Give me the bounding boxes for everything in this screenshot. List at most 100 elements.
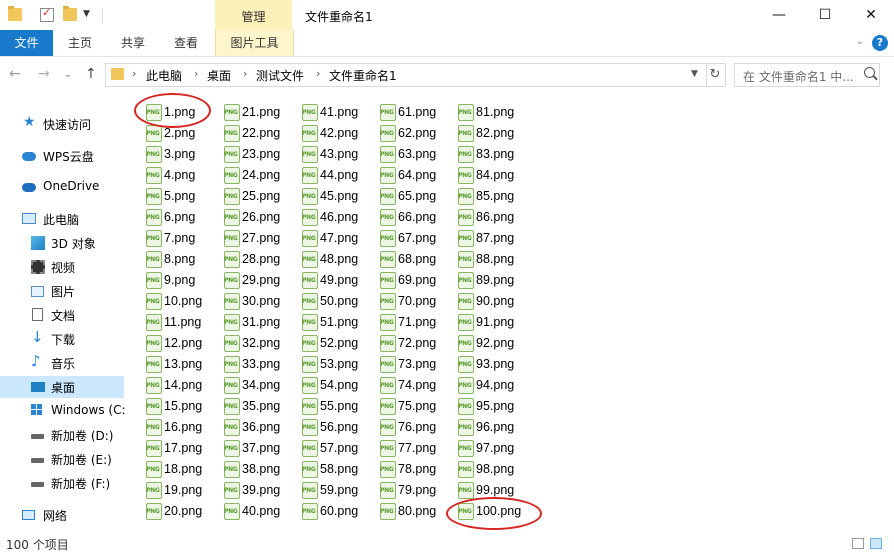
file-item[interactable]: 52.png: [302, 334, 376, 354]
file-item[interactable]: 23.png: [224, 145, 298, 165]
file-item[interactable]: 16.png: [146, 418, 220, 438]
file-item[interactable]: 20.png: [146, 502, 220, 522]
file-item[interactable]: 90.png: [458, 292, 532, 312]
sidebar-item-3d-objects[interactable]: 3D 对象: [0, 232, 124, 254]
tab-picture-tools[interactable]: 图片工具: [215, 30, 294, 56]
file-item[interactable]: 47.png: [302, 229, 376, 249]
file-item[interactable]: 69.png: [380, 271, 454, 291]
refresh-icon[interactable]: ↻: [705, 63, 726, 87]
sidebar-item-pictures[interactable]: 图片: [0, 280, 124, 302]
file-item[interactable]: 36.png: [224, 418, 298, 438]
recent-locations-chevron-icon[interactable]: ⌄: [64, 70, 72, 80]
file-item[interactable]: 85.png: [458, 187, 532, 207]
file-item[interactable]: 17.png: [146, 439, 220, 459]
search-input[interactable]: 在 文件重命名1 中...: [743, 68, 854, 85]
file-item[interactable]: 71.png: [380, 313, 454, 333]
breadcrumb-separator-icon[interactable]: ›: [194, 67, 198, 80]
file-item[interactable]: 49.png: [302, 271, 376, 291]
collapse-ribbon-icon[interactable]: ⌄: [856, 36, 864, 47]
large-icons-view-icon[interactable]: [870, 538, 882, 549]
breadcrumb-separator-icon[interactable]: ›: [316, 67, 320, 80]
address-history-chevron-icon[interactable]: ▼: [691, 69, 698, 79]
search-icon[interactable]: [864, 67, 875, 78]
file-item[interactable]: 26.png: [224, 208, 298, 228]
sidebar-item-drive-d[interactable]: 新加卷 (D:): [0, 424, 124, 446]
sidebar-item-wps-cloud[interactable]: WPS云盘: [0, 145, 124, 167]
file-item[interactable]: 19.png: [146, 481, 220, 501]
tab-share[interactable]: 共享: [113, 30, 153, 56]
sidebar-item-drive-e[interactable]: 新加卷 (E:): [0, 448, 124, 470]
file-item[interactable]: 38.png: [224, 460, 298, 480]
new-folder-icon[interactable]: [63, 6, 77, 21]
file-item[interactable]: 7.png: [146, 229, 220, 249]
file-item[interactable]: 18.png: [146, 460, 220, 480]
file-item[interactable]: 33.png: [224, 355, 298, 375]
tab-home[interactable]: 主页: [60, 30, 100, 56]
properties-icon[interactable]: [40, 6, 54, 22]
file-item[interactable]: 41.png: [302, 103, 376, 123]
file-item[interactable]: 43.png: [302, 145, 376, 165]
file-item[interactable]: 86.png: [458, 208, 532, 228]
file-item[interactable]: 74.png: [380, 376, 454, 396]
maximize-button[interactable]: ☐: [802, 0, 848, 30]
search-box[interactable]: 在 文件重命名1 中...: [734, 63, 880, 87]
sidebar-item-drive-f[interactable]: 新加卷 (F:): [0, 472, 124, 494]
address-bar[interactable]: › 此电脑 › 桌面 › 测试文件 › 文件重命名1: [105, 63, 707, 87]
breadcrumb-separator-icon[interactable]: ›: [243, 67, 247, 80]
file-item[interactable]: 87.png: [458, 229, 532, 249]
file-item[interactable]: 57.png: [302, 439, 376, 459]
file-item[interactable]: 14.png: [146, 376, 220, 396]
sidebar-item-onedrive[interactable]: OneDrive: [0, 176, 124, 198]
file-item[interactable]: 44.png: [302, 166, 376, 186]
sidebar-item-documents[interactable]: 文档: [0, 304, 124, 326]
file-item[interactable]: 30.png: [224, 292, 298, 312]
file-item[interactable]: 77.png: [380, 439, 454, 459]
file-item[interactable]: 64.png: [380, 166, 454, 186]
file-item[interactable]: 22.png: [224, 124, 298, 144]
file-item[interactable]: 81.png: [458, 103, 532, 123]
forward-arrow-icon[interactable]: →: [38, 66, 50, 82]
sidebar-item-videos[interactable]: 视频: [0, 256, 124, 278]
file-item[interactable]: 92.png: [458, 334, 532, 354]
file-item[interactable]: 80.png: [380, 502, 454, 522]
file-item[interactable]: 40.png: [224, 502, 298, 522]
tab-view[interactable]: 查看: [166, 30, 206, 56]
sidebar-item-music[interactable]: ♪ 音乐: [0, 352, 124, 374]
file-item[interactable]: 11.png: [146, 313, 220, 333]
file-item[interactable]: 76.png: [380, 418, 454, 438]
breadcrumb-desktop[interactable]: 桌面: [207, 67, 231, 84]
file-item[interactable]: 61.png: [380, 103, 454, 123]
file-item[interactable]: 78.png: [380, 460, 454, 480]
customize-toolbar-dropdown-icon[interactable]: ▼: [83, 9, 90, 19]
sidebar-item-this-pc[interactable]: 此电脑: [0, 208, 124, 230]
file-item[interactable]: 72.png: [380, 334, 454, 354]
file-item[interactable]: 31.png: [224, 313, 298, 333]
file-item[interactable]: 48.png: [302, 250, 376, 270]
up-arrow-icon[interactable]: ↑: [85, 66, 97, 82]
file-item[interactable]: 29.png: [224, 271, 298, 291]
sidebar-item-desktop[interactable]: 桌面: [0, 376, 124, 398]
file-item[interactable]: 46.png: [302, 208, 376, 228]
file-item[interactable]: 65.png: [380, 187, 454, 207]
file-item[interactable]: 70.png: [380, 292, 454, 312]
file-item[interactable]: 93.png: [458, 355, 532, 375]
minimize-button[interactable]: —: [756, 0, 802, 30]
file-item[interactable]: 24.png: [224, 166, 298, 186]
file-item[interactable]: 5.png: [146, 187, 220, 207]
file-item[interactable]: 27.png: [224, 229, 298, 249]
file-item[interactable]: 79.png: [380, 481, 454, 501]
sidebar-item-network[interactable]: 网络: [0, 504, 124, 526]
file-item[interactable]: 97.png: [458, 439, 532, 459]
file-item[interactable]: 84.png: [458, 166, 532, 186]
file-item[interactable]: 13.png: [146, 355, 220, 375]
file-item[interactable]: 25.png: [224, 187, 298, 207]
file-item[interactable]: 45.png: [302, 187, 376, 207]
tab-file[interactable]: 文件: [0, 30, 53, 56]
file-item[interactable]: 82.png: [458, 124, 532, 144]
file-item[interactable]: 55.png: [302, 397, 376, 417]
help-button[interactable]: ?: [872, 35, 888, 51]
file-item[interactable]: 96.png: [458, 418, 532, 438]
file-item[interactable]: 68.png: [380, 250, 454, 270]
file-item[interactable]: 91.png: [458, 313, 532, 333]
file-item[interactable]: 34.png: [224, 376, 298, 396]
